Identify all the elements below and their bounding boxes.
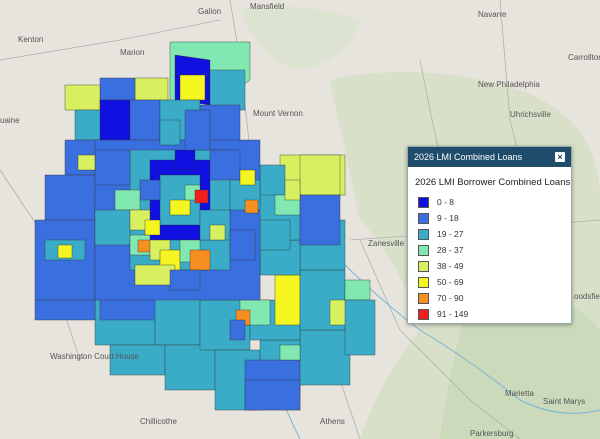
place-label-marion: Marion <box>120 48 144 57</box>
tract[interactable] <box>77 154 96 171</box>
legend-item: 28 - 37 <box>408 242 571 258</box>
place-label-carrollton: Carrollton <box>568 53 600 62</box>
tract[interactable] <box>284 179 301 201</box>
tract[interactable] <box>164 344 216 391</box>
tract[interactable] <box>344 279 371 301</box>
legend-swatch <box>418 196 429 208</box>
tract[interactable] <box>194 189 209 204</box>
tract[interactable] <box>174 149 196 171</box>
legend-panel: 2026 LMI Combined Loans × 2026 LMI Borro… <box>407 146 572 324</box>
legend-item-label: 0 - 8 <box>437 197 455 207</box>
tract[interactable] <box>239 169 256 186</box>
place-label-kenton: Kenton <box>18 35 43 44</box>
tract[interactable] <box>134 77 169 101</box>
legend-swatch <box>418 260 429 272</box>
tract[interactable] <box>159 119 181 146</box>
legend-item: 91 - 149 <box>408 306 571 322</box>
legend-subtitle: 2026 LMI Borrower Combined Loans <box>415 177 571 188</box>
place-label-navarre: Navarre <box>478 10 507 19</box>
place-label-marietta: Marietta <box>505 389 534 398</box>
tract[interactable] <box>299 194 341 246</box>
place-label-uaine: uaine <box>0 116 20 125</box>
tract[interactable] <box>169 269 201 291</box>
legend-swatch <box>418 212 429 224</box>
tract[interactable] <box>244 379 301 411</box>
tract[interactable] <box>139 179 161 201</box>
tract[interactable] <box>99 99 131 141</box>
tract[interactable] <box>279 344 301 361</box>
legend-header: 2026 LMI Combined Loans × <box>408 147 571 167</box>
legend-item: 0 - 8 <box>408 194 571 210</box>
tract[interactable] <box>94 209 131 246</box>
place-label-woodsfield: oodsfield <box>574 292 600 301</box>
close-icon[interactable]: × <box>555 152 565 162</box>
tract[interactable] <box>74 109 101 141</box>
tract[interactable] <box>99 77 136 101</box>
tract[interactable] <box>184 109 211 151</box>
tract[interactable] <box>299 154 341 196</box>
tract[interactable] <box>229 229 256 261</box>
tract[interactable] <box>189 249 211 271</box>
tract[interactable] <box>259 164 286 201</box>
tract[interactable] <box>209 149 241 181</box>
legend-swatch <box>418 244 429 256</box>
tract[interactable] <box>57 244 73 259</box>
tract[interactable] <box>299 329 351 386</box>
tract[interactable] <box>229 319 246 341</box>
legend-item: 70 - 90 <box>408 290 571 306</box>
legend-item-label: 9 - 18 <box>437 213 459 223</box>
legend-item: 9 - 18 <box>408 210 571 226</box>
tract[interactable] <box>94 149 131 186</box>
tract[interactable] <box>259 219 291 251</box>
legend-item-label: 19 - 27 <box>437 229 464 239</box>
tract[interactable] <box>114 189 141 211</box>
place-label-chillicothe: Chillicothe <box>140 417 177 426</box>
place-label-new-philadelphia: New Philadelphia <box>478 80 540 89</box>
tract[interactable] <box>129 99 161 141</box>
tract[interactable] <box>134 264 176 286</box>
tract[interactable] <box>44 174 96 221</box>
legend-item-label: 70 - 90 <box>437 293 464 303</box>
legend-swatch <box>418 308 429 320</box>
place-label-galion: Galion <box>198 7 221 16</box>
legend-title: 2026 LMI Combined Loans <box>414 152 523 162</box>
place-label-mansfield: Mansfield <box>250 2 284 11</box>
legend-item-label: 91 - 149 <box>437 309 469 319</box>
legend-swatch <box>418 292 429 304</box>
legend-item: 50 - 69 <box>408 274 571 290</box>
place-label-washington: Washington Court House <box>50 352 140 361</box>
legend-item-label: 28 - 37 <box>437 245 464 255</box>
tract[interactable] <box>169 199 191 216</box>
place-label-zanesville: Zanesville <box>368 239 405 248</box>
place-label-athens: Athens <box>320 417 345 426</box>
tract[interactable] <box>179 74 206 101</box>
tract[interactable] <box>34 299 96 321</box>
tract[interactable] <box>209 224 226 241</box>
tract[interactable] <box>344 299 376 356</box>
place-label-uhrichsville: Uhrichsville <box>510 110 551 119</box>
tract[interactable] <box>244 199 259 214</box>
legend-item-label: 50 - 69 <box>437 277 464 287</box>
tract[interactable] <box>144 219 161 236</box>
tract[interactable] <box>274 274 301 326</box>
place-label-mount-vernon: Mount Vernon <box>253 109 303 118</box>
legend-swatch <box>418 276 429 288</box>
place-label-saint-marys: Saint Marys <box>543 397 585 406</box>
place-label-parkersburg: Parkersburg <box>470 429 514 438</box>
legend-list: 0 - 8 9 - 18 19 - 27 28 - 37 38 - 49 50 - 69 7… <box>408 194 571 322</box>
legend-item: 19 - 27 <box>408 226 571 242</box>
legend-item-label: 38 - 49 <box>437 261 464 271</box>
tract[interactable] <box>209 69 246 111</box>
legend-swatch <box>418 228 429 240</box>
tract[interactable] <box>64 84 101 111</box>
legend-item: 38 - 49 <box>408 258 571 274</box>
